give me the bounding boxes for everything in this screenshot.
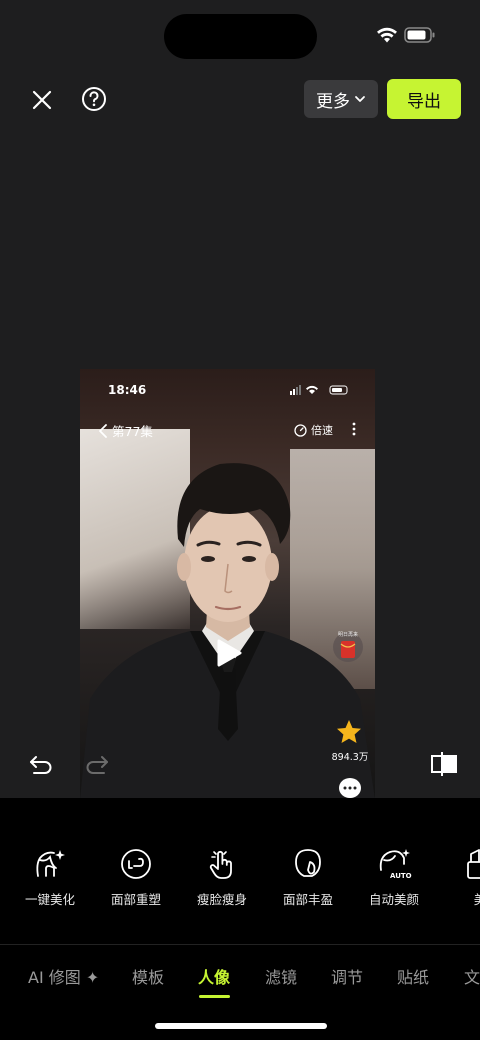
preview-status-time: 18:46 xyxy=(108,383,147,397)
export-button-label: 导出 xyxy=(407,91,441,112)
red-packet-label: 明日再来 xyxy=(337,632,358,638)
more-button[interactable]: 更多 xyxy=(304,80,378,118)
tab-template[interactable]: 模板 xyxy=(132,964,164,988)
play-icon[interactable] xyxy=(212,637,244,669)
more-button-label: 更多 xyxy=(316,91,350,112)
battery-icon xyxy=(404,27,435,43)
tool-one-click-beautify[interactable]: 一键美化 xyxy=(8,846,92,908)
star-icon xyxy=(337,720,361,743)
tab-portrait[interactable]: 人像 xyxy=(198,964,230,988)
tool-face-fill[interactable]: 面部丰盈 xyxy=(266,846,350,908)
edit-category-tabs: AI 修图 ✦ 模板 人像 滤镜 调节 贴纸 文 xyxy=(0,964,480,994)
undo-icon[interactable] xyxy=(28,751,54,777)
svg-text:AUTO: AUTO xyxy=(390,872,412,880)
tool-label: 瘦脸瘦身 xyxy=(196,892,247,907)
preview-episode-back: 第77集 xyxy=(98,421,153,440)
redo-icon[interactable] xyxy=(84,751,110,777)
tool-label: 面部重塑 xyxy=(110,892,161,907)
tab-text[interactable]: 文 xyxy=(464,964,480,988)
auto-beauty-icon: AUTO xyxy=(379,849,412,880)
tool-panel: 一键美化 面部重塑 瘦脸瘦身 面部丰盈 AUTO 自动美颜 美 AI 修图 ✦ … xyxy=(0,798,480,1040)
tool-slim-face-body[interactable]: 瘦脸瘦身 xyxy=(180,846,264,908)
chevron-left-icon xyxy=(99,423,107,438)
close-icon[interactable] xyxy=(28,86,56,114)
tool-face-reshape[interactable]: 面部重塑 xyxy=(94,846,178,908)
makeup-icon xyxy=(467,849,480,879)
chevron-down-icon xyxy=(355,96,365,102)
speed-dial-icon xyxy=(294,423,307,437)
preview-episode-label: 第77集 xyxy=(112,424,153,439)
portrait-tools: 一键美化 面部重塑 瘦脸瘦身 面部丰盈 AUTO 自动美颜 美 xyxy=(0,846,480,916)
dynamic-island xyxy=(164,14,317,59)
panel-divider xyxy=(0,944,480,945)
face-reshape-icon xyxy=(121,849,151,879)
face-fill-icon xyxy=(295,849,321,877)
preview-speed: 倍速 xyxy=(294,422,333,438)
help-icon[interactable] xyxy=(80,85,108,113)
photo-preview[interactable]: 18:46 第77集 倍速 明日再来 894.3万 xyxy=(80,369,375,799)
tab-adjust[interactable]: 调节 xyxy=(331,964,363,988)
face-sparkle-icon xyxy=(36,850,65,877)
preview-speed-label: 倍速 xyxy=(311,424,333,437)
tab-sticker[interactable]: 贴纸 xyxy=(397,964,429,988)
preview-status-icons xyxy=(290,385,348,395)
compare-icon[interactable] xyxy=(430,750,458,778)
more-vertical-icon xyxy=(352,422,356,436)
tool-label: 美 xyxy=(473,892,480,907)
active-tab-indicator xyxy=(199,995,230,998)
status-bar xyxy=(0,0,480,70)
comment-icon xyxy=(339,778,361,798)
export-button[interactable]: 导出 xyxy=(387,79,461,119)
editor-topbar: 更多 导出 xyxy=(0,70,480,130)
wifi-icon xyxy=(377,27,397,43)
tab-filter[interactable]: 滤镜 xyxy=(265,964,297,988)
home-indicator[interactable] xyxy=(155,1023,327,1029)
tool-auto-beauty[interactable]: AUTO 自动美颜 xyxy=(352,846,436,908)
favorite-count: 894.3万 xyxy=(331,752,369,763)
tool-label: 一键美化 xyxy=(24,892,75,907)
tool-label: 自动美颜 xyxy=(368,892,419,907)
hand-tap-icon xyxy=(209,850,232,879)
tab-ai-retouch[interactable]: AI 修图 ✦ xyxy=(28,964,99,988)
tool-label: 面部丰盈 xyxy=(282,892,333,907)
tool-makeup[interactable]: 美 xyxy=(438,846,480,908)
